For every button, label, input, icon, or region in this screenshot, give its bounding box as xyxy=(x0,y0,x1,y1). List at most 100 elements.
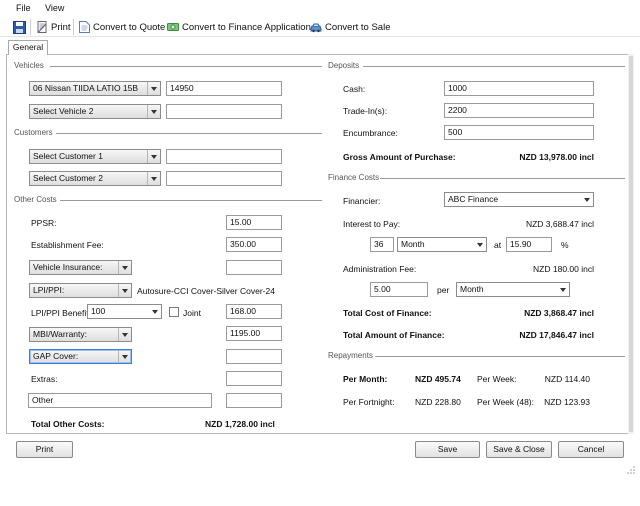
menu-file[interactable]: File xyxy=(16,3,31,13)
admin-unit-dropdown[interactable]: Month xyxy=(456,282,570,297)
save-close-button[interactable]: Save & Close xyxy=(486,441,552,458)
gross-amount-label: Gross Amount of Purchase: xyxy=(343,152,456,162)
vehicle-insurance-field[interactable] xyxy=(226,260,282,275)
customer-2-dropdown[interactable]: Select Customer 2 xyxy=(29,171,161,186)
mbi-warranty-value: MBI/Warranty: xyxy=(33,329,87,339)
vehicle-1-price-field[interactable]: 14950 xyxy=(166,81,282,96)
chevron-down-icon xyxy=(556,283,569,296)
financier-value: ABC Finance xyxy=(448,194,499,204)
lpi-ppi-benefit-value: 100 xyxy=(91,306,106,316)
interest-rate-field[interactable]: 15.90 xyxy=(506,237,552,252)
lpi-ppi-benefit-dropdown[interactable]: 100 xyxy=(87,304,162,319)
vehicle-insurance-dropdown[interactable]: Vehicle Insurance: xyxy=(29,260,132,275)
per-month-value: NZD 495.74 xyxy=(415,374,461,384)
financier-dropdown[interactable]: ABC Finance xyxy=(444,192,594,207)
extras-label: Extras: xyxy=(31,374,58,384)
menu-view[interactable]: View xyxy=(45,3,64,13)
lpi-ppi-benefit-label: LPI/PPI Benefit: xyxy=(31,308,92,318)
per-fortnight-label: Per Fortnight: xyxy=(343,397,395,407)
admin-unit-value: Month xyxy=(460,284,484,294)
chevron-down-icon xyxy=(147,150,160,163)
establishment-fee-label: Establishment Fee: xyxy=(31,240,104,250)
admin-fee-label: Administration Fee: xyxy=(343,264,417,274)
other-description-field[interactable]: Other xyxy=(28,393,212,408)
cash-label: Cash: xyxy=(343,84,366,94)
tab-strip: General xyxy=(0,37,640,55)
save-toolbar-button[interactable] xyxy=(13,20,29,34)
vehicle-2-dropdown[interactable]: Select Vehicle 2 xyxy=(29,104,161,119)
customer-2-value: Select Customer 2 xyxy=(33,173,103,183)
trade-in-label: Trade-In(s): xyxy=(343,106,388,116)
per-label: per xyxy=(437,285,450,295)
ppsr-field[interactable]: 15.00 xyxy=(226,215,282,230)
term-unit-value: Month xyxy=(401,239,425,249)
chevron-down-icon xyxy=(118,261,131,274)
per-fortnight-value: NZD 228.80 xyxy=(415,397,461,407)
chevron-down-icon xyxy=(147,172,160,185)
vehicle-2-price-field[interactable] xyxy=(166,104,282,119)
print-toolbar-button[interactable]: Print xyxy=(36,20,71,34)
convert-to-finance-button[interactable]: Convert to Finance Application xyxy=(167,20,311,34)
other-amount-field[interactable] xyxy=(226,393,282,408)
establishment-fee-field[interactable]: 350.00 xyxy=(226,237,282,252)
customer-1-value: Select Customer 1 xyxy=(33,151,103,161)
vehicle-1-value: 06 Nissan TIIDA LATIO 15B xyxy=(33,83,139,93)
chevron-down-icon xyxy=(118,284,131,297)
lpi-ppi-amount-field[interactable]: 168.00 xyxy=(226,304,282,319)
lpi-ppi-dropdown[interactable]: LPI/PPI: xyxy=(29,283,132,298)
ppsr-label: PPSR: xyxy=(31,218,57,228)
term-field[interactable]: 36 xyxy=(370,237,394,252)
per-week-label: Per Week: xyxy=(477,374,517,384)
finance-icon xyxy=(167,23,179,31)
mbi-warranty-dropdown[interactable]: MBI/Warranty: xyxy=(29,327,132,342)
cash-field[interactable]: 1000 xyxy=(444,81,594,96)
gap-cover-dropdown[interactable]: GAP Cover: xyxy=(29,349,132,364)
joint-checkbox[interactable] xyxy=(169,307,179,317)
tab-general[interactable]: General xyxy=(8,40,48,55)
section-repayments: Repayments xyxy=(328,351,373,360)
joint-label: Joint xyxy=(183,308,201,318)
vehicle-1-dropdown[interactable]: 06 Nissan TIIDA LATIO 15B xyxy=(29,81,161,96)
admin-amount-field[interactable]: 5.00 xyxy=(370,282,428,297)
per-week-value: NZD 114.40 xyxy=(544,374,590,384)
term-unit-dropdown[interactable]: Month xyxy=(397,237,487,252)
section-finance-costs: Finance Costs xyxy=(328,173,380,182)
resize-grip-icon[interactable] xyxy=(627,466,635,474)
mbi-warranty-field[interactable]: 1195.00 xyxy=(226,326,282,341)
encumbrance-label: Encumbrance: xyxy=(343,128,398,138)
total-cost-finance-value: NZD 3,868.47 incl xyxy=(524,308,594,318)
customer-1-dropdown[interactable]: Select Customer 1 xyxy=(29,149,161,164)
extras-field[interactable] xyxy=(226,371,282,386)
lpi-ppi-description: Autosure-CCI Cover-Silver Cover-24 xyxy=(137,286,275,296)
chevron-down-icon xyxy=(118,350,131,363)
encumbrance-field[interactable]: 500 xyxy=(444,125,594,140)
menu-bar: File View xyxy=(0,0,640,16)
at-label: at xyxy=(494,240,502,250)
section-other-costs: Other Costs xyxy=(14,195,57,204)
section-vehicles: Vehicles xyxy=(14,61,44,70)
section-deposits: Deposits xyxy=(328,61,360,70)
gross-amount-value: NZD 13,978.00 incl xyxy=(519,152,594,162)
print-toolbar-label: Print xyxy=(51,21,71,33)
cancel-button[interactable]: Cancel xyxy=(558,441,624,458)
vertical-scrollbar[interactable] xyxy=(628,54,634,434)
toolbar: Print Convert to Quote Convert to Financ… xyxy=(0,16,640,37)
trade-in-field[interactable]: 2200 xyxy=(444,103,594,118)
print-button[interactable]: Print xyxy=(16,441,73,458)
gap-cover-value: GAP Cover: xyxy=(33,351,79,361)
chevron-down-icon xyxy=(147,105,160,118)
save-button[interactable]: Save xyxy=(415,441,480,458)
chevron-down-icon xyxy=(147,82,160,95)
chevron-down-icon xyxy=(580,193,593,206)
lpi-ppi-value: LPI/PPI: xyxy=(33,285,65,295)
per-month-label: Per Month: xyxy=(343,374,388,384)
customer-2-field[interactable] xyxy=(166,171,282,186)
convert-to-sale-button[interactable]: Convert to Sale xyxy=(310,20,390,34)
section-customers: Customers xyxy=(14,128,53,137)
total-other-costs-label: Total Other Costs: xyxy=(31,419,105,429)
gap-cover-field[interactable] xyxy=(226,349,282,364)
percent-label: % xyxy=(561,240,569,250)
convert-to-quote-button[interactable]: Convert to Quote xyxy=(79,20,165,34)
interest-value: NZD 3,688.47 incl xyxy=(525,219,594,229)
customer-1-field[interactable] xyxy=(166,149,282,164)
